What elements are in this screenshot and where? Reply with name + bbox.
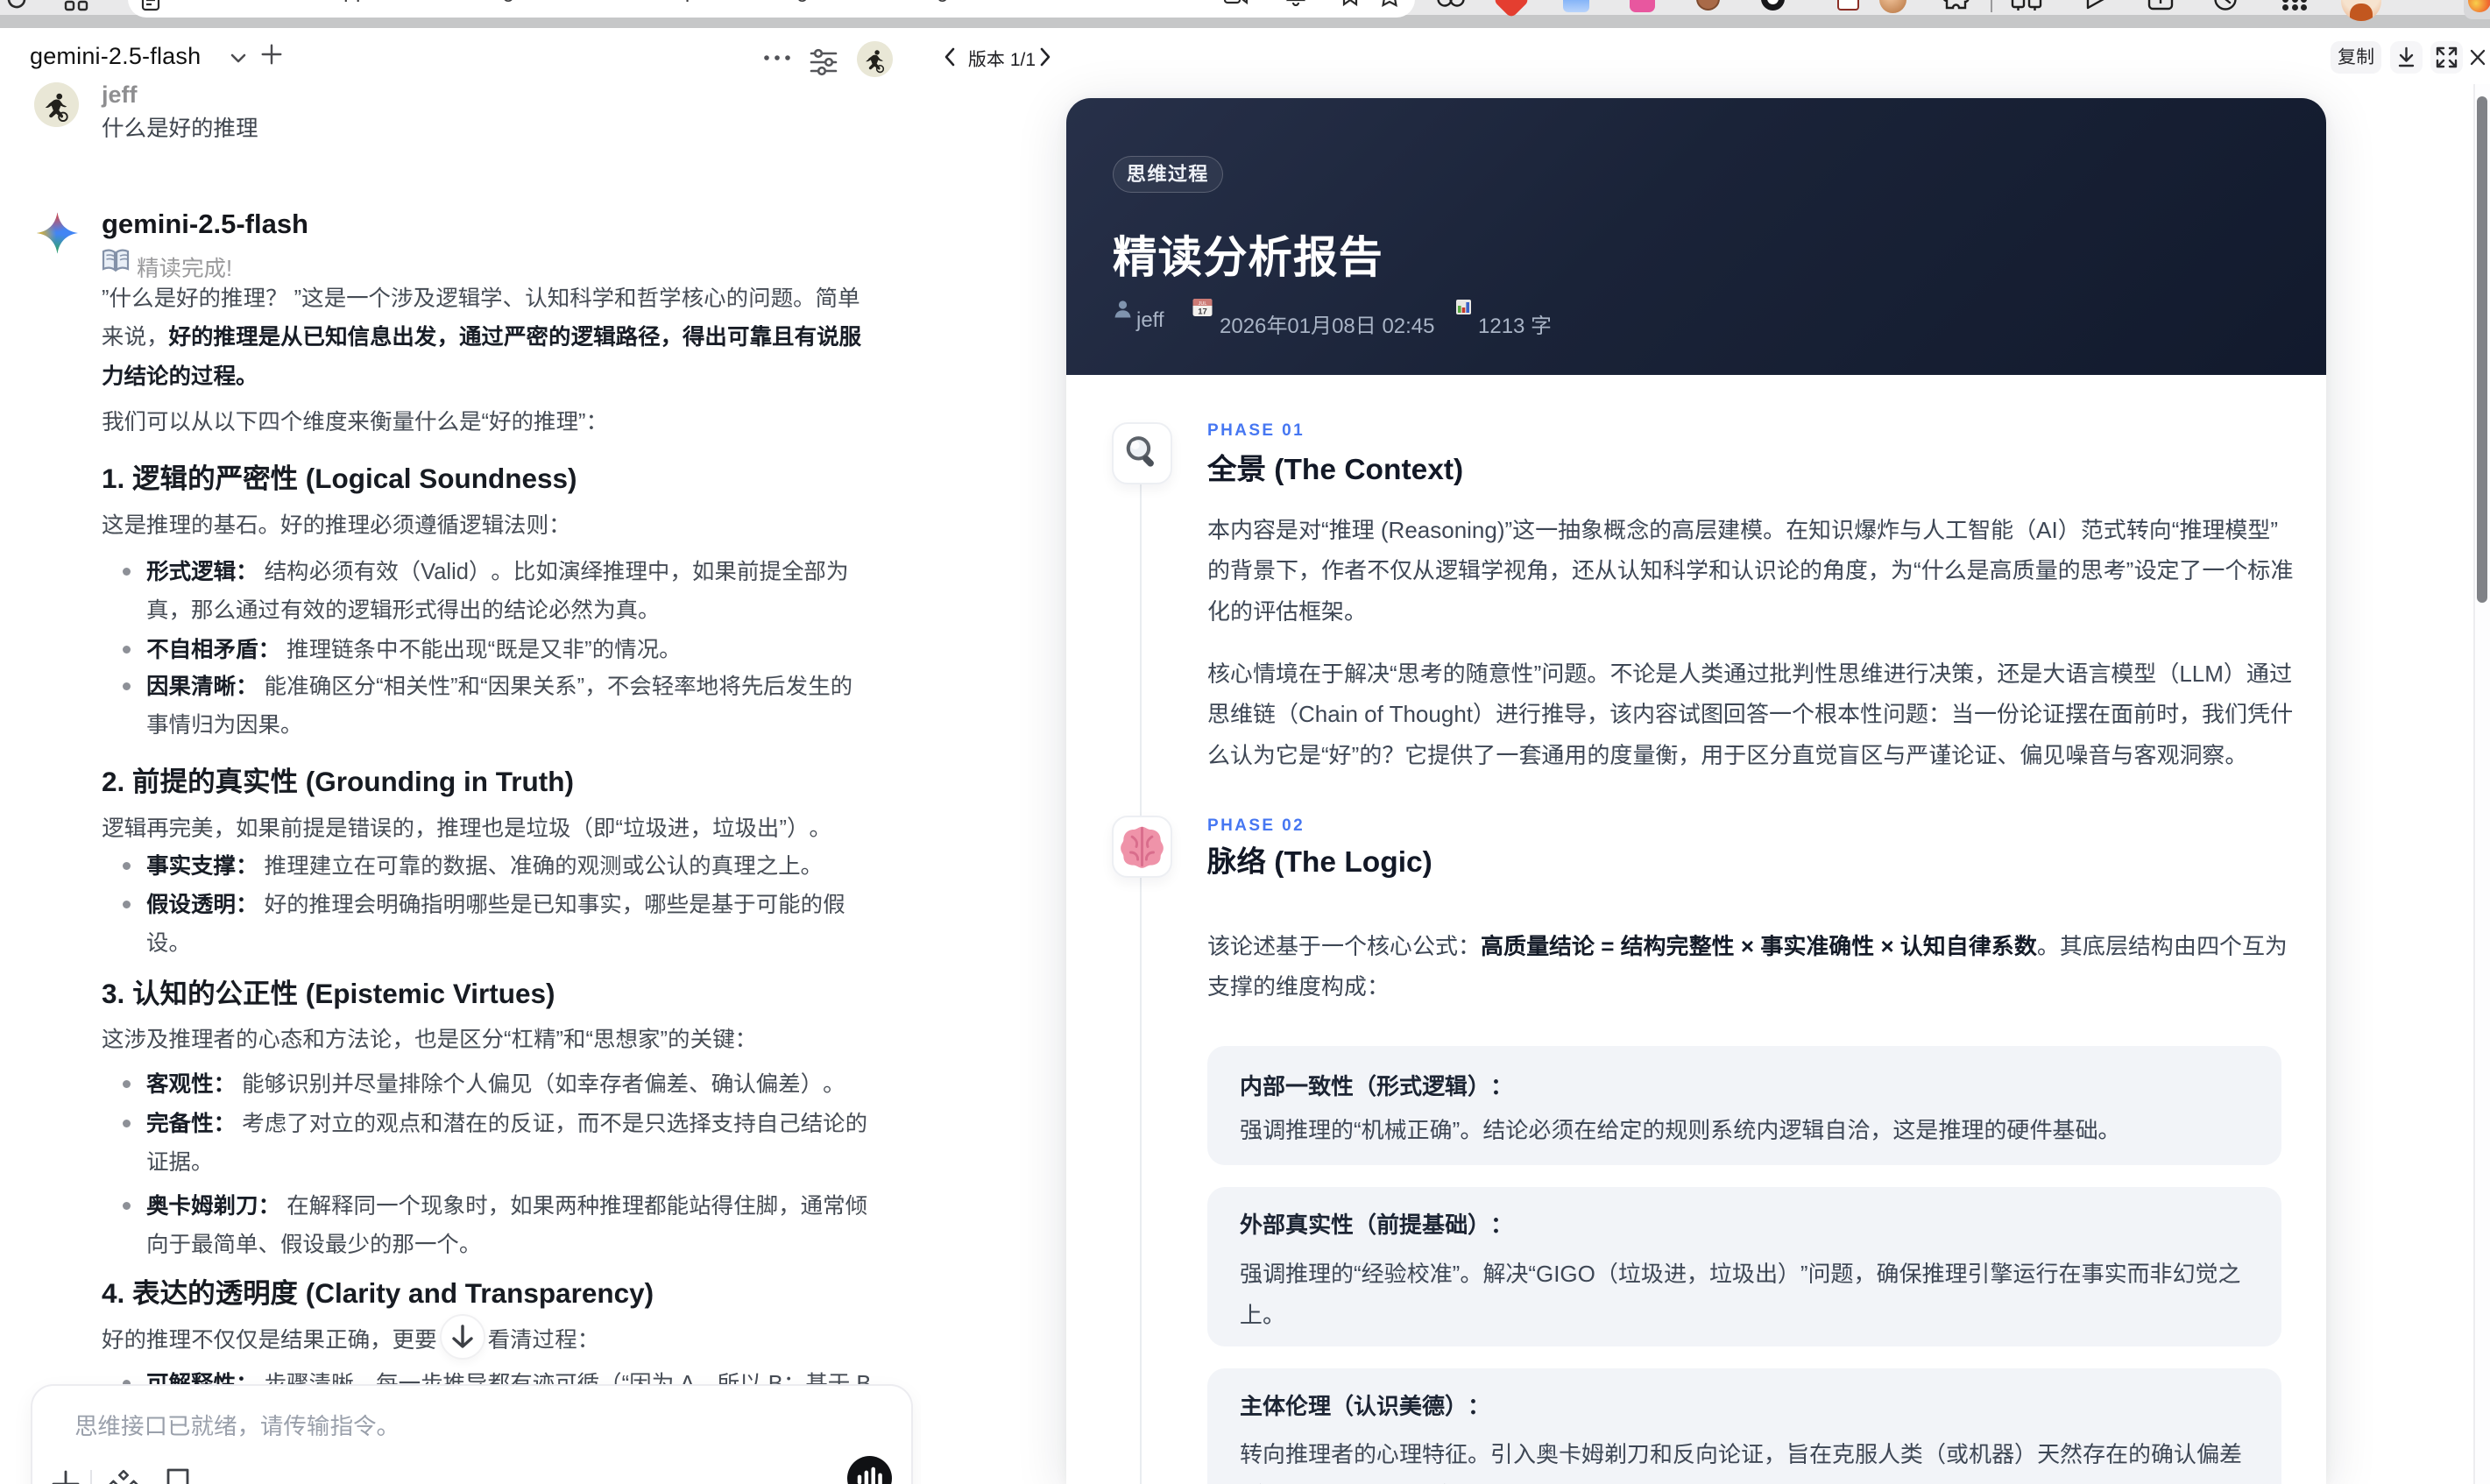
svg-text:17: 17	[1198, 307, 1207, 317]
svg-text:JUL: JUL	[1199, 301, 1207, 307]
